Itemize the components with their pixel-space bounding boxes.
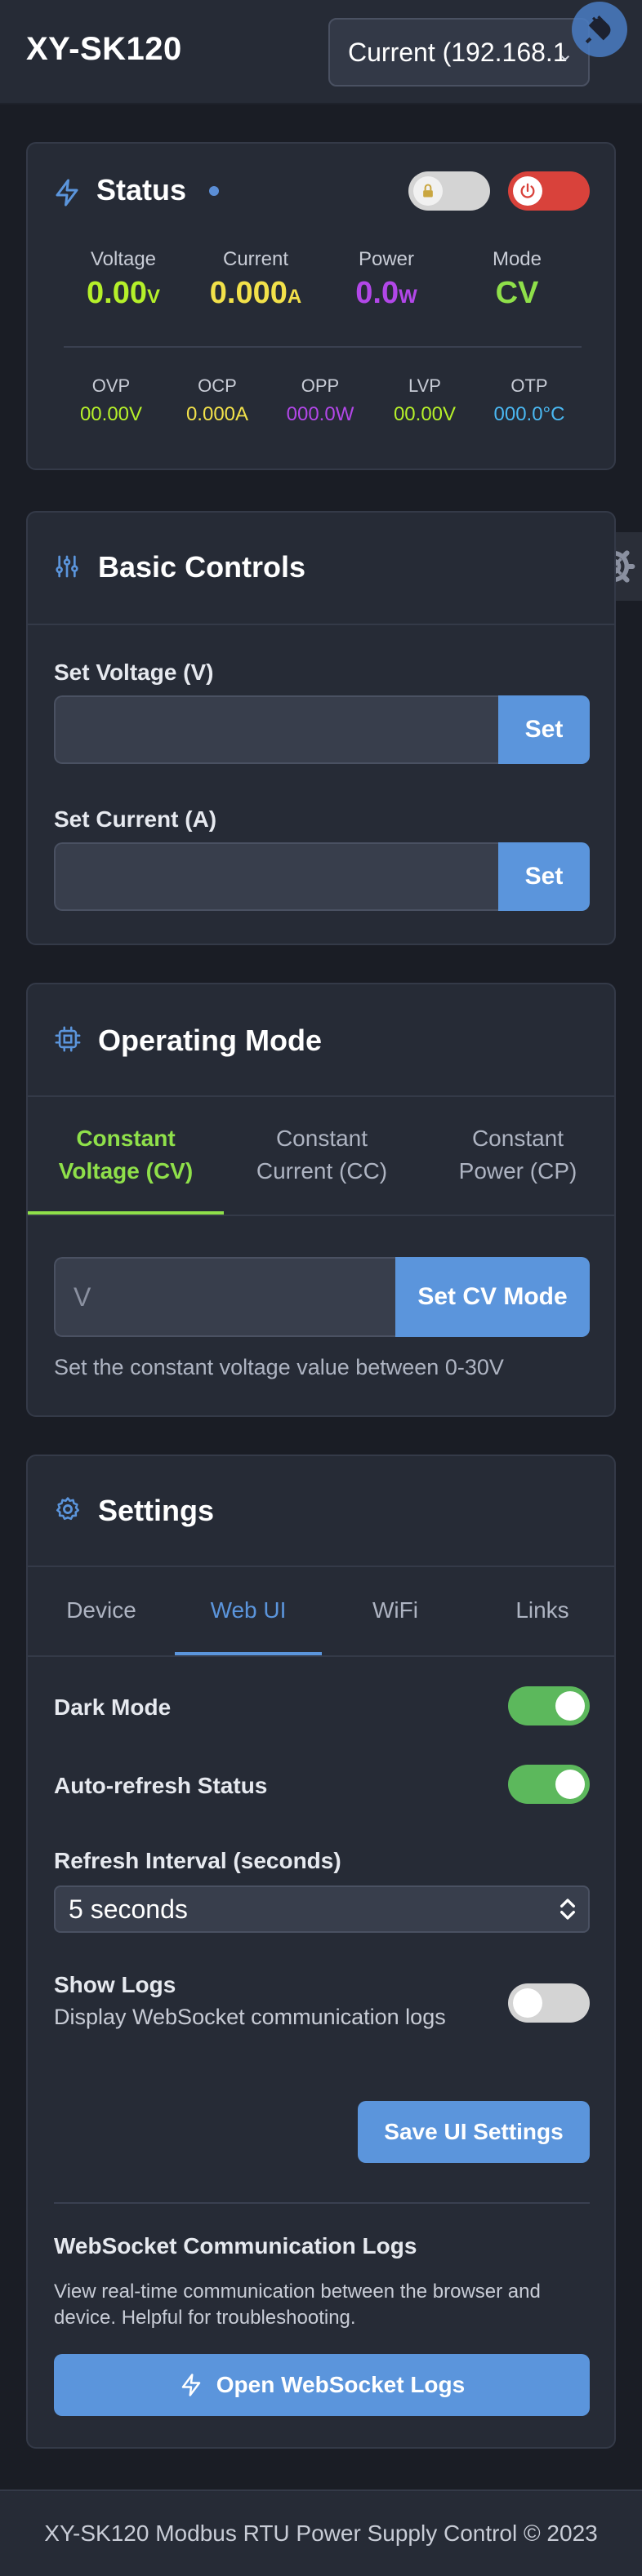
tab-constant-power[interactable]: Constant Power (CP) [420,1107,614,1203]
set-current-group: Set [54,842,590,911]
app-header: XY-SK120 Current (192.168.1 ⌄ [0,0,642,104]
settings-title: Settings [98,1494,215,1527]
operating-mode-title: Operating Mode [98,1024,323,1057]
set-cv-mode-button[interactable]: Set CV Mode [395,1257,590,1337]
set-current-label: Set Current (A) [54,806,217,832]
show-logs-description: Display WebSocket communication logs [54,2005,446,2029]
power-value: 0.0W [355,276,417,310]
tab-constant-voltage[interactable]: Constant Voltage (CV) [28,1107,224,1203]
status-card: Status Voltage 0.00V Current 0.000A Powe… [26,142,616,470]
otp-readout: OTP 000.0°C [493,375,565,425]
auto-refresh-toggle[interactable] [508,1765,590,1804]
device-select[interactable]: Current (192.168.1 ⌄ [328,18,590,87]
card-divider [28,624,614,625]
app-title: XY-SK120 [26,31,182,67]
chevron-down-icon: ⌄ [556,43,573,65]
lvp-readout: LVP 00.00V [393,375,457,425]
show-logs-toggle[interactable] [508,1983,590,2023]
lock-icon [413,176,443,206]
power-icon [513,176,542,206]
lightning-icon [181,2374,201,2396]
footer-text: XY-SK120 Modbus RTU Power Supply Control… [44,2520,598,2546]
mode-metric: Mode CV [456,248,578,311]
footer: XY-SK120 Modbus RTU Power Supply Control… [0,2489,642,2576]
tabs-divider [28,1655,614,1657]
ocp-readout: OCP 0.000A [185,375,249,425]
power-label: Power [358,248,415,270]
lightning-icon [56,179,78,207]
plug-icon [585,16,611,44]
refresh-interval-select[interactable]: 5 seconds [54,1885,590,1933]
settings-card: Settings Device Web UI WiFi Links Dark M… [26,1455,616,2449]
ws-logs-title: WebSocket Communication Logs [54,2233,417,2258]
dark-mode-toggle[interactable] [508,1686,590,1725]
tab-links[interactable]: Links [469,1567,614,1654]
tab-wifi[interactable]: WiFi [322,1567,469,1654]
operating-mode-card: Operating Mode Constant Voltage (CV) Con… [26,983,616,1417]
card-divider [28,1095,614,1097]
set-current-button[interactable]: Set [498,842,590,911]
connection-indicator [209,186,219,196]
status-divider [64,346,582,348]
show-logs-label: Show Logs [54,1972,176,1997]
mode-value: CV [495,276,539,310]
cv-mode-group: V Set CV Mode [54,1257,590,1337]
refresh-interval-label: Refresh Interval (seconds) [54,1848,341,1873]
cpu-chip-icon [55,1026,81,1052]
current-metric: Current 0.000A [194,248,317,311]
refresh-interval-value: 5 seconds [69,1894,188,1924]
voltage-metric: Voltage 0.00V [62,248,185,311]
save-ui-settings-button[interactable]: Save UI Settings [358,2101,590,2163]
current-label: Current [222,248,289,270]
tab-device[interactable]: Device [28,1567,175,1654]
ws-logs-description-line2: device. Helpful for troubleshooting. [54,2307,356,2329]
set-voltage-label: Set Voltage (V) [54,660,214,685]
dark-mode-label: Dark Mode [54,1694,172,1720]
current-value: 0.000A [209,276,302,310]
mode-label: Mode [492,248,542,270]
auto-refresh-label: Auto-refresh Status [54,1773,268,1798]
connect-button[interactable] [572,2,627,57]
ovp-readout: OVP 00.00V [79,375,143,425]
basic-controls-card: Basic Controls Set Voltage (V) Set Set C… [26,511,616,945]
tab-web-ui[interactable]: Web UI [175,1567,322,1654]
set-current-input[interactable] [54,842,498,911]
basic-controls-title: Basic Controls [98,550,306,584]
sliders-icon [56,555,78,578]
open-websocket-logs-button[interactable]: Open WebSocket Logs [54,2354,590,2416]
device-select-value: Current (192.168.1 [348,37,568,67]
voltage-value: 0.00V [87,276,160,310]
gear-icon [56,1497,80,1521]
voltage-label: Voltage [90,248,157,270]
cv-mode-help: Set the constant voltage value between 0… [54,1355,504,1379]
tab-constant-current[interactable]: Constant Current (CC) [224,1107,420,1203]
lock-toggle[interactable] [408,171,490,211]
status-title: Status [96,173,187,207]
tabs-divider [28,1215,614,1216]
power-metric: Power 0.0W [325,248,448,311]
settings-divider [54,2202,590,2204]
opp-readout: OPP 000.0W [286,375,354,425]
select-updown-icon [560,1899,575,1920]
output-power-toggle[interactable] [508,171,590,211]
set-voltage-button[interactable]: Set [498,695,590,764]
open-websocket-logs-label: Open WebSocket Logs [216,2372,466,2397]
cv-value-input[interactable]: V [54,1257,395,1337]
set-voltage-group: Set [54,695,590,764]
set-voltage-input[interactable] [54,695,498,764]
ws-logs-description-line1: View real-time communication between the… [54,2281,541,2303]
